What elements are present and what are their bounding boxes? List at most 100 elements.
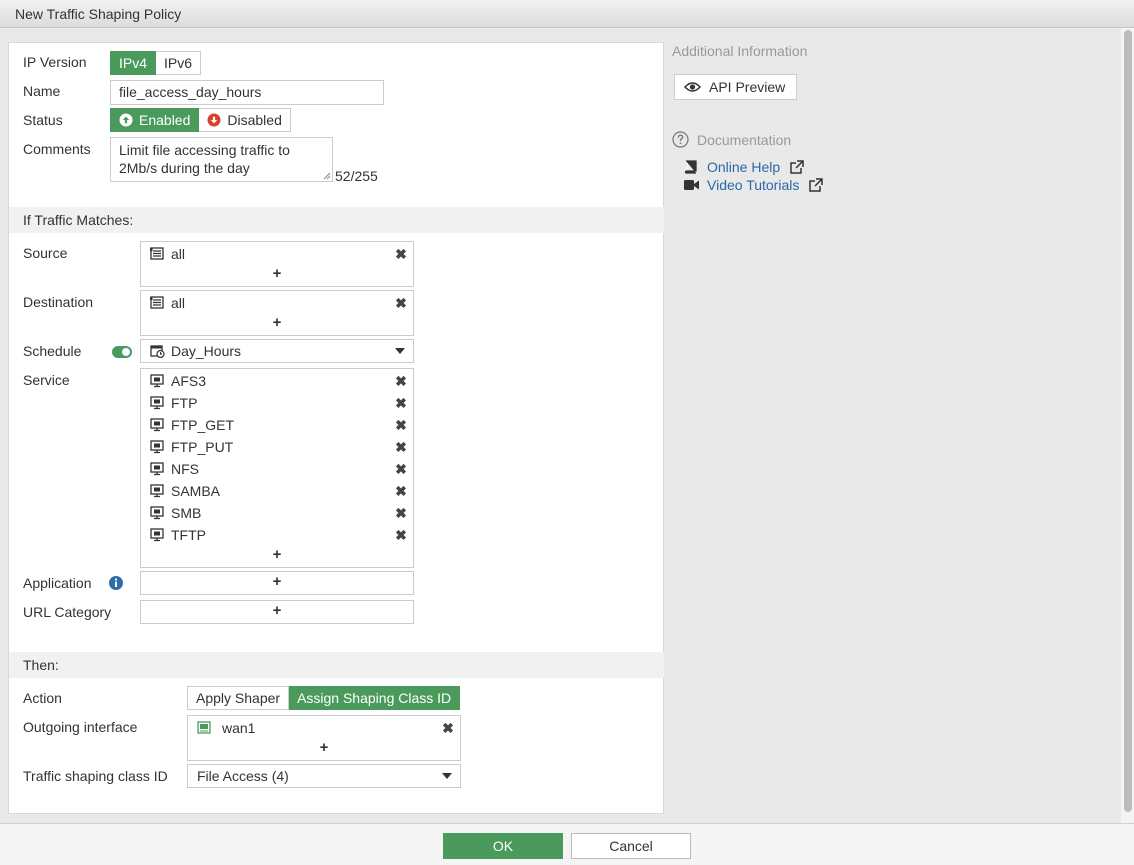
ipv4-button[interactable]: IPv4	[110, 51, 157, 75]
action-toggle: Apply Shaper Assign Shaping Class ID	[187, 686, 461, 710]
service-remove-icon[interactable]: ✖	[395, 461, 407, 478]
comments-counter: 52/255	[335, 168, 378, 184]
schedule-toggle[interactable]	[112, 346, 132, 358]
service-remove-icon[interactable]: ✖	[395, 417, 407, 434]
address-list-icon	[150, 247, 164, 260]
name-input[interactable]: file_access_day_hours	[110, 80, 384, 105]
source-field[interactable]: all ✖ +	[140, 241, 414, 287]
api-preview-button[interactable]: API Preview	[674, 74, 797, 100]
enabled-label: Enabled	[139, 112, 191, 128]
apply-shaper-button[interactable]: Apply Shaper	[187, 686, 290, 710]
url-category-add-button[interactable]: +	[141, 602, 413, 619]
enabled-button[interactable]: Enabled	[110, 108, 200, 132]
comments-textarea[interactable]: Limit file accessing traffic to 2Mb/s du…	[110, 137, 333, 182]
application-label: Application	[23, 575, 92, 591]
url-category-field[interactable]: +	[140, 600, 414, 624]
address-list-icon	[150, 296, 164, 309]
class-id-value: File Access (4)	[197, 768, 289, 784]
service-entry: NFS ✖	[150, 458, 407, 480]
service-icon	[150, 528, 164, 542]
video-tutorials-label: Video Tutorials	[707, 177, 800, 193]
source-entry: all ✖	[150, 243, 407, 265]
chevron-down-icon	[442, 773, 452, 779]
application-field[interactable]: +	[140, 571, 414, 595]
interface-remove-icon[interactable]: ✖	[442, 720, 454, 737]
name-label: Name	[23, 83, 61, 99]
window-titlebar: New Traffic Shaping Policy	[0, 0, 1134, 28]
application-add-button[interactable]: +	[141, 573, 413, 590]
chevron-down-icon	[395, 348, 405, 354]
service-icon	[150, 418, 164, 432]
then-section-title: Then:	[23, 657, 59, 673]
class-id-select[interactable]: File Access (4)	[187, 764, 461, 788]
scrollbar-thumb[interactable]	[1124, 30, 1132, 812]
service-icon	[150, 462, 164, 476]
service-icon	[150, 484, 164, 498]
service-entry-name: SAMBA	[171, 483, 221, 499]
source-label: Source	[23, 245, 68, 261]
status-toggle: Enabled Disabled	[110, 108, 291, 132]
online-help-label: Online Help	[707, 159, 781, 175]
service-entry-name: NFS	[171, 461, 199, 477]
then-section-header: Then:	[9, 652, 664, 678]
service-entry-name: SMB	[171, 505, 202, 521]
schedule-value: Day_Hours	[171, 343, 242, 359]
cancel-button[interactable]: Cancel	[571, 833, 691, 859]
service-icon	[150, 506, 164, 520]
destination-field[interactable]: all ✖ +	[140, 290, 414, 336]
ok-button[interactable]: OK	[443, 833, 563, 859]
interface-entry: wan1 ✖	[197, 717, 454, 739]
service-remove-icon[interactable]: ✖	[395, 395, 407, 412]
interface-add-button[interactable]: +	[188, 739, 460, 756]
disabled-label: Disabled	[227, 112, 282, 128]
service-entry-name: AFS3	[171, 373, 207, 389]
question-circle-icon	[672, 131, 689, 148]
service-remove-icon[interactable]: ✖	[395, 505, 407, 522]
destination-entry-name: all	[171, 295, 186, 311]
action-label: Action	[23, 690, 62, 706]
schedule-select[interactable]: Day_Hours	[140, 339, 414, 363]
disabled-button[interactable]: Disabled	[199, 108, 291, 132]
video-tutorials-link[interactable]: Video Tutorials	[684, 177, 824, 193]
match-section-title: If Traffic Matches:	[23, 212, 134, 228]
outgoing-interface-field[interactable]: wan1 ✖ +	[187, 715, 461, 761]
source-remove-icon[interactable]: ✖	[395, 246, 407, 263]
service-entry: FTP_GET ✖	[150, 414, 407, 436]
source-add-button[interactable]: +	[141, 265, 413, 282]
ipv6-button[interactable]: IPv6	[156, 51, 202, 75]
arrow-up-circle-icon	[119, 113, 133, 127]
destination-add-button[interactable]: +	[141, 314, 413, 331]
service-remove-icon[interactable]: ✖	[395, 439, 407, 456]
service-entry-name: FTP_PUT	[171, 439, 234, 455]
service-remove-icon[interactable]: ✖	[395, 483, 407, 500]
service-entry: FTP ✖	[150, 392, 407, 414]
service-field[interactable]: AFS3 ✖ FTP ✖ FTP_GET ✖ FTP_PUT ✖ NFS ✖ S…	[140, 368, 414, 568]
online-help-link[interactable]: Online Help	[684, 159, 804, 175]
eye-icon	[684, 82, 701, 92]
status-label: Status	[23, 112, 63, 128]
service-entry: SAMBA ✖	[150, 480, 407, 502]
documentation-label: Documentation	[697, 131, 792, 148]
service-entry: AFS3 ✖	[150, 370, 407, 392]
book-icon	[684, 160, 697, 174]
match-section-header: If Traffic Matches:	[9, 207, 664, 233]
window-title: New Traffic Shaping Policy	[15, 6, 182, 22]
service-entry-name: TFTP	[171, 527, 206, 543]
service-icon	[150, 374, 164, 388]
port-icon	[197, 721, 211, 734]
calendar-clock-icon	[150, 345, 165, 358]
class-id-label: Traffic shaping class ID	[23, 768, 168, 784]
service-remove-icon[interactable]: ✖	[395, 527, 407, 544]
info-icon[interactable]	[109, 576, 123, 590]
service-add-button[interactable]: +	[141, 546, 413, 563]
service-label: Service	[23, 372, 70, 388]
service-entry: FTP_PUT ✖	[150, 436, 407, 458]
interface-entry-name: wan1	[222, 720, 256, 736]
destination-remove-icon[interactable]: ✖	[395, 295, 407, 312]
service-remove-icon[interactable]: ✖	[395, 373, 407, 390]
arrow-down-circle-icon	[207, 113, 221, 127]
url-category-label: URL Category	[23, 604, 112, 620]
resize-grip-icon[interactable]	[323, 172, 331, 180]
assign-class-id-button[interactable]: Assign Shaping Class ID	[289, 686, 461, 710]
service-entry: SMB ✖	[150, 502, 407, 524]
